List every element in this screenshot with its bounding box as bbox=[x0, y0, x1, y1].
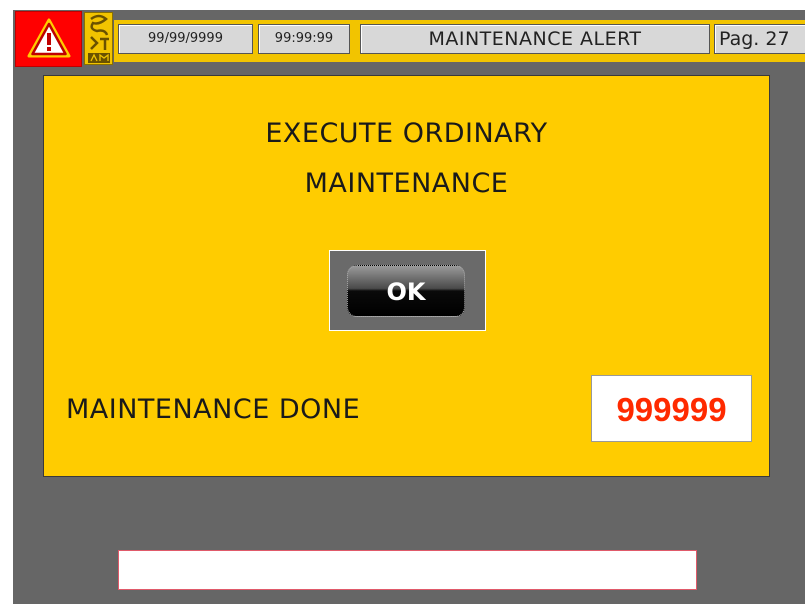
warning-triangle-icon bbox=[27, 18, 71, 58]
maintenance-done-label: MAINTENANCE DONE bbox=[66, 394, 361, 425]
status-message-bar bbox=[118, 550, 697, 590]
alert-message-line1: EXECUTE ORDINARY bbox=[265, 118, 548, 149]
maintenance-done-counter[interactable]: 999999 bbox=[591, 375, 752, 442]
page-number: Pag. 27 bbox=[714, 24, 805, 54]
alarm-button[interactable] bbox=[15, 11, 82, 67]
page-title: MAINTENANCE ALERT bbox=[360, 24, 710, 54]
company-logo-icon bbox=[84, 12, 113, 65]
alert-message-line2: MAINTENANCE bbox=[304, 168, 509, 199]
ok-button[interactable]: OK bbox=[347, 265, 465, 317]
time-display: 99:99:99 bbox=[258, 24, 350, 54]
date-display: 99/99/9999 bbox=[118, 24, 253, 54]
